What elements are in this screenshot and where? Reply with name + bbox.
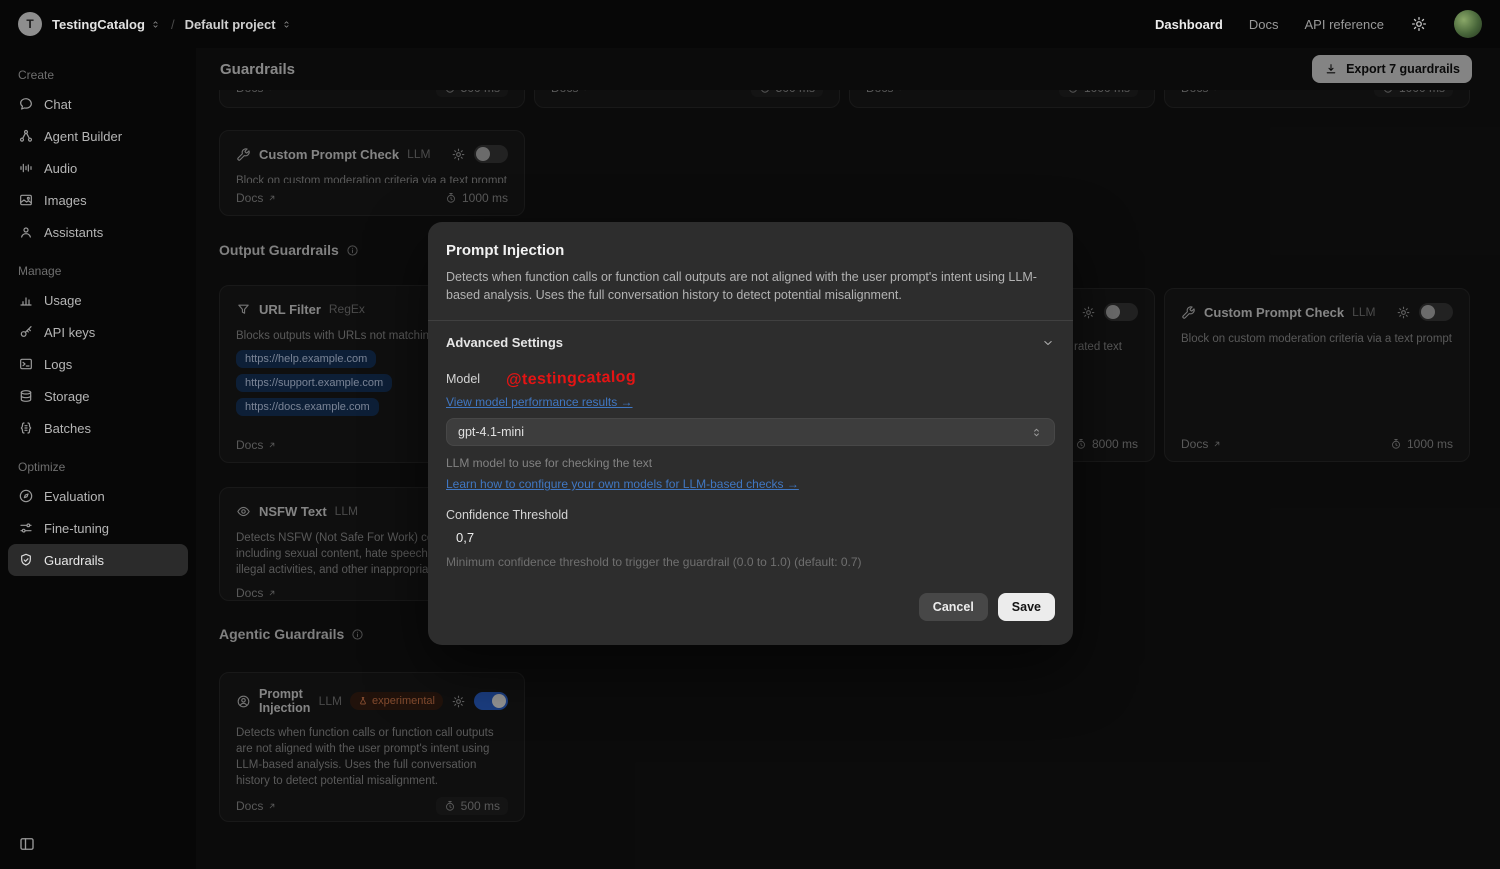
audio-icon: [18, 160, 34, 176]
sidebar-item-guardrails[interactable]: Guardrails: [8, 544, 188, 576]
sidebar-item-logs[interactable]: Logs: [8, 348, 188, 380]
sidebar-section-optimize: Optimize: [8, 452, 188, 480]
model-help-text: LLM model to use for checking the text: [446, 456, 1055, 470]
sidebar-item-usage[interactable]: Usage: [8, 284, 188, 316]
api-keys-icon: [18, 324, 34, 340]
nav-dashboard[interactable]: Dashboard: [1155, 17, 1223, 32]
confidence-threshold-label: Confidence Threshold: [446, 508, 1055, 522]
org-switcher[interactable]: TestingCatalog: [52, 17, 161, 32]
sidebar-item-api-keys[interactable]: API keys: [8, 316, 188, 348]
save-button[interactable]: Save: [998, 593, 1055, 621]
sidebar-item-audio[interactable]: Audio: [8, 152, 188, 184]
modal-description: Detects when function calls or function …: [446, 268, 1055, 304]
nav-api-reference[interactable]: API reference: [1305, 17, 1385, 32]
sidebar-item-label: Assistants: [44, 225, 103, 240]
breadcrumb-separator: /: [171, 17, 175, 32]
chevron-updown-icon: [281, 19, 292, 30]
sidebar-section-manage: Manage: [8, 256, 188, 284]
cancel-button[interactable]: Cancel: [919, 593, 988, 621]
sidebar-item-label: Agent Builder: [44, 129, 122, 144]
logs-icon: [18, 356, 34, 372]
watermark-annotation: @testingcatalog: [506, 368, 636, 389]
prompt-injection-modal: Prompt Injection Detects when function c…: [428, 222, 1073, 645]
storage-icon: [18, 388, 34, 404]
sidebar-item-label: Storage: [44, 389, 90, 404]
sidebar-item-label: Audio: [44, 161, 77, 176]
advanced-settings-label: Advanced Settings: [446, 335, 563, 350]
advanced-settings-toggle[interactable]: Advanced Settings: [446, 335, 1055, 350]
batches-icon: [18, 420, 34, 436]
sidebar-item-label: Images: [44, 193, 87, 208]
chevron-updown-icon: [1030, 426, 1043, 439]
settings-gear-icon[interactable]: [1410, 15, 1428, 33]
sidebar-collapse-icon[interactable]: [18, 835, 36, 853]
sidebar-item-label: Guardrails: [44, 553, 104, 568]
chat-icon: [18, 96, 34, 112]
sidebar-item-label: Batches: [44, 421, 91, 436]
sidebar-item-images[interactable]: Images: [8, 184, 188, 216]
sidebar-item-batches[interactable]: Batches: [8, 412, 188, 444]
images-icon: [18, 192, 34, 208]
threshold-help-text: Minimum confidence threshold to trigger …: [446, 555, 1055, 569]
chevron-down-icon: [1041, 336, 1055, 350]
configure-models-link[interactable]: Learn how to configure your own models f…: [446, 477, 799, 491]
modal-title: Prompt Injection: [446, 242, 1055, 259]
sidebar-item-fine-tuning[interactable]: Fine-tuning: [8, 512, 188, 544]
confidence-threshold-input[interactable]: 0,7: [456, 530, 1055, 545]
sidebar-item-label: Fine-tuning: [44, 521, 109, 536]
project-switcher[interactable]: Default project: [185, 17, 292, 32]
usage-icon: [18, 292, 34, 308]
org-name: TestingCatalog: [52, 17, 145, 32]
model-select[interactable]: gpt-4.1-mini: [446, 418, 1055, 446]
sidebar-item-label: API keys: [44, 325, 95, 340]
fine-tuning-icon: [18, 520, 34, 536]
sidebar: Create Chat Agent Builder Audio Images A…: [0, 48, 196, 869]
agent-builder-icon: [18, 128, 34, 144]
sidebar-item-label: Usage: [44, 293, 82, 308]
model-select-value: gpt-4.1-mini: [458, 425, 524, 439]
app-window: T TestingCatalog / Default project Dashb…: [0, 0, 1500, 869]
sidebar-item-chat[interactable]: Chat: [8, 88, 188, 120]
model-performance-link[interactable]: View model performance results →: [446, 395, 633, 409]
project-name: Default project: [185, 17, 276, 32]
chevron-updown-icon: [150, 19, 161, 30]
top-bar: T TestingCatalog / Default project Dashb…: [0, 0, 1500, 48]
nav-docs[interactable]: Docs: [1249, 17, 1279, 32]
sidebar-item-label: Logs: [44, 357, 72, 372]
model-field-label: Model @testingcatalog: [446, 370, 1055, 388]
sidebar-item-agent-builder[interactable]: Agent Builder: [8, 120, 188, 152]
sidebar-section-create: Create: [8, 60, 188, 88]
user-avatar[interactable]: [1454, 10, 1482, 38]
sidebar-item-label: Chat: [44, 97, 71, 112]
org-avatar[interactable]: T: [18, 12, 42, 36]
sidebar-item-assistants[interactable]: Assistants: [8, 216, 188, 248]
sidebar-item-storage[interactable]: Storage: [8, 380, 188, 412]
sidebar-item-evaluation[interactable]: Evaluation: [8, 480, 188, 512]
assistants-icon: [18, 224, 34, 240]
evaluation-icon: [18, 488, 34, 504]
sidebar-item-label: Evaluation: [44, 489, 105, 504]
guardrails-shield-icon: [18, 552, 34, 568]
